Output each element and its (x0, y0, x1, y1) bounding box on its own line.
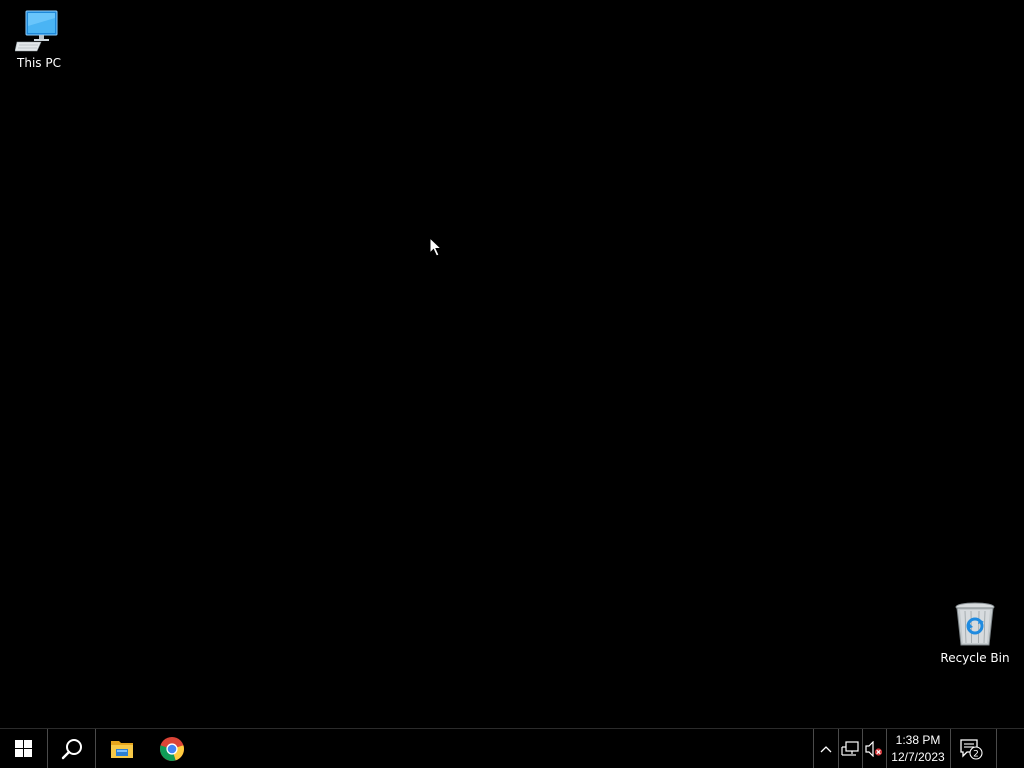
chrome-icon (160, 736, 184, 761)
taskbar-file-explorer[interactable] (98, 729, 146, 768)
volume-muted-icon (865, 740, 883, 757)
desktop-icon-label: This PC (17, 56, 61, 70)
taskbar-google-chrome[interactable] (148, 729, 196, 768)
network-icon (841, 740, 859, 756)
notification-icon: 2 (960, 738, 983, 760)
clock-time: 1:38 PM (895, 732, 941, 747)
recycle-bin-icon (955, 602, 995, 646)
network-button[interactable] (838, 729, 862, 768)
taskbar: 1:38 PM 12/7/2023 2 (0, 728, 1024, 768)
desktop[interactable]: This PC Recycle Bin (0, 0, 1024, 728)
clock[interactable]: 1:38 PM 12/7/2023 (887, 729, 949, 768)
action-center-button[interactable]: 2 (951, 729, 991, 768)
show-desktop-button[interactable] (997, 729, 1024, 768)
computer-icon (15, 10, 58, 52)
show-hidden-icons-button[interactable] (814, 729, 838, 768)
mouse-pointer-icon (429, 237, 442, 257)
notification-count: 2 (973, 749, 979, 759)
clock-date: 12/7/2023 (891, 749, 945, 764)
search-button[interactable] (48, 729, 96, 768)
search-icon (61, 738, 82, 759)
desktop-icon-this-pc[interactable]: This PC (1, 8, 77, 70)
start-button[interactable] (0, 729, 48, 768)
folder-icon (111, 740, 133, 758)
windows-logo-icon (15, 740, 32, 757)
desktop-icon-label: Recycle Bin (940, 651, 1010, 665)
volume-button[interactable] (862, 729, 886, 768)
desktop-icon-recycle-bin[interactable]: Recycle Bin (937, 601, 1013, 665)
chevron-up-icon (820, 745, 832, 752)
